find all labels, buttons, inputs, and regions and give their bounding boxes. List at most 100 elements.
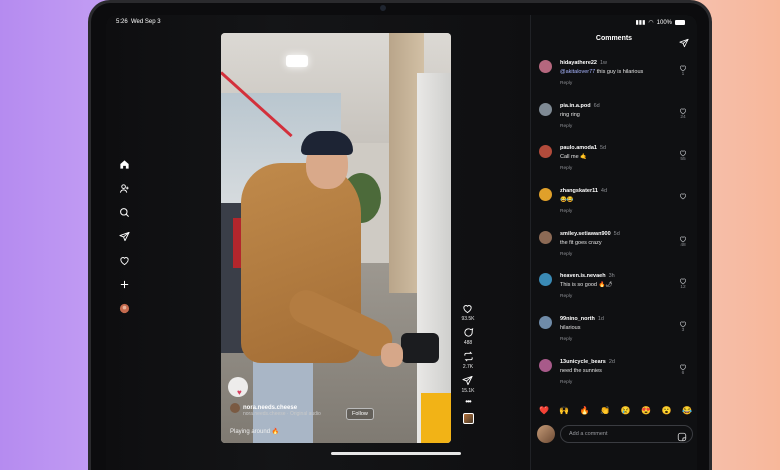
front-camera <box>380 5 386 11</box>
reply-link[interactable]: Reply <box>560 81 572 86</box>
comment-body: Call me 🤙 <box>560 154 588 161</box>
comment-avatar[interactable] <box>539 230 552 244</box>
create-plus-icon[interactable] <box>118 279 130 290</box>
quick-emoji[interactable]: 😂 <box>682 406 692 415</box>
comment-user[interactable]: heaven.is.nevaeh <box>560 273 606 279</box>
comment-item: hidayathere22 1w @akitalover77 this guy is… <box>539 59 689 102</box>
comment-like-count: 12 <box>680 285 686 291</box>
wifi-icon: ◠ <box>648 20 654 26</box>
comment-icon <box>463 328 473 337</box>
comment-avatar[interactable] <box>539 60 552 73</box>
heart-icon[interactable] <box>679 102 687 115</box>
reel-video[interactable] <box>221 33 451 443</box>
quick-emoji[interactable]: ❤️ <box>539 406 549 415</box>
comment-body: hilarious <box>560 325 581 332</box>
comment-body: This is so good 🔥🌶 <box>560 282 613 289</box>
comment-time: 4d <box>600 188 608 195</box>
messages-icon[interactable] <box>118 231 130 242</box>
heart-icon[interactable] <box>679 272 687 285</box>
comment-time: 1w <box>600 60 608 66</box>
comment-user[interactable]: smiley.setiawan900 <box>560 231 611 237</box>
quick-emoji[interactable]: 😍 <box>641 406 651 415</box>
reply-link[interactable]: Reply <box>560 166 572 171</box>
comment-username[interactable]: smiley.setiawan900 5d <box>560 231 620 237</box>
profile-avatar-icon[interactable] <box>118 303 130 314</box>
audio-thumbnail[interactable] <box>462 413 474 424</box>
comment-username[interactable]: hidayathere22 1w <box>560 60 607 66</box>
heart-icon[interactable] <box>679 187 687 200</box>
follow-button[interactable]: Follow <box>346 408 374 420</box>
comment-user[interactable]: 13unicycle_bears <box>560 359 606 365</box>
sticker-icon[interactable] <box>677 429 687 442</box>
comment-mention[interactable]: @akitalover77 <box>560 69 595 75</box>
comment-username[interactable]: heaven.is.nevaeh 3h <box>560 273 615 279</box>
comment-time: 3h <box>608 273 615 280</box>
search-icon[interactable] <box>118 207 130 218</box>
comment-avatar[interactable] <box>539 358 552 372</box>
send-icon[interactable] <box>679 35 689 48</box>
heart-icon[interactable] <box>679 144 687 157</box>
status-time: 5:26 <box>116 19 128 25</box>
comment-user[interactable]: pia.in.a.pod <box>560 103 591 109</box>
quick-emoji[interactable]: 👏 <box>600 406 610 415</box>
share-action[interactable]: 15.1K <box>461 375 475 394</box>
heart-icon[interactable] <box>118 255 130 266</box>
heart-icon[interactable] <box>679 230 687 243</box>
send-icon <box>462 375 474 386</box>
quick-emoji[interactable]: 🔥 <box>580 406 590 415</box>
people-icon[interactable] <box>118 183 130 194</box>
comment-text: 😂😂 <box>560 197 574 203</box>
heart-icon <box>463 305 473 314</box>
reply-link[interactable]: Reply <box>560 337 572 342</box>
comment-avatar[interactable] <box>539 273 552 287</box>
add-comment-input[interactable] <box>560 425 693 443</box>
comment-avatar[interactable] <box>539 188 552 202</box>
comment-avatar[interactable] <box>539 145 552 159</box>
comments-panel: ▮▮▮ ◠ 100% Comments hidayathere22 1w @akit… <box>530 15 697 470</box>
reply-link[interactable]: Reply <box>560 294 572 299</box>
reply-link[interactable]: Reply <box>560 124 572 129</box>
heart-icon: ♥ <box>237 388 242 397</box>
comment-body: 😂😂 <box>560 197 574 204</box>
like-action[interactable]: 93.5K <box>461 303 475 322</box>
audio-label[interactable]: nora.needs.cheese · Original audio <box>243 411 321 417</box>
comment-avatar[interactable] <box>539 102 552 116</box>
home-icon[interactable] <box>118 159 130 170</box>
repost-action[interactable]: 2.7K <box>463 351 474 370</box>
comment-user[interactable]: hidayathere22 <box>560 60 597 66</box>
comment-user[interactable]: zhangskater11 <box>560 188 598 194</box>
comment-user[interactable]: 99nino_north <box>560 316 595 322</box>
quick-emoji[interactable]: 🙌 <box>559 406 569 415</box>
heart-icon[interactable] <box>679 358 687 371</box>
author-avatar[interactable] <box>230 403 240 413</box>
reel-author[interactable]: nora.needs.cheese nora.needs.cheese · Or… <box>230 403 321 417</box>
quick-emoji[interactable]: 😢 <box>621 406 631 415</box>
reply-link[interactable]: Reply <box>560 209 572 214</box>
comments-title: Comments <box>595 35 633 42</box>
reel-caption[interactable]: Playing around 🔥 <box>230 428 279 435</box>
comment-item: pia.in.a.pod 6d ring ring Reply 24 <box>539 102 689 145</box>
comment-avatar[interactable] <box>539 316 552 330</box>
quick-emoji[interactable]: 😮 <box>662 406 672 415</box>
my-avatar <box>537 425 555 443</box>
comment-username[interactable]: paulo.amoda1 5d <box>560 145 606 151</box>
reply-link[interactable]: Reply <box>560 252 572 257</box>
comment-item: paulo.amoda1 5d Call me 🤙 Reply 55 <box>539 144 689 187</box>
comment-username[interactable]: zhangskater11 4d <box>560 188 607 194</box>
heart-icon[interactable] <box>679 59 687 72</box>
comment-like-count: 6 <box>681 370 685 376</box>
more-options-icon[interactable]: ••• <box>465 398 471 406</box>
comment-time: 6d <box>593 102 600 109</box>
comment-username[interactable]: pia.in.a.pod 6d <box>560 103 600 109</box>
status-date: Wed Sep 3 <box>131 19 161 25</box>
likes-count: 93.5K <box>461 316 475 322</box>
comment-username[interactable]: 99nino_north 1d <box>560 316 604 322</box>
comment-user[interactable]: paulo.amoda1 <box>560 145 597 151</box>
comment-action[interactable]: 488 <box>463 327 474 346</box>
reaction-bubble[interactable]: ♥ <box>228 377 248 397</box>
heart-icon[interactable] <box>679 315 687 328</box>
comment-username[interactable]: 13unicycle_bears 2d <box>560 359 615 365</box>
comment-body: need the sunnies <box>560 367 602 374</box>
comment-input-row <box>537 425 693 443</box>
reply-link[interactable]: Reply <box>560 380 572 385</box>
